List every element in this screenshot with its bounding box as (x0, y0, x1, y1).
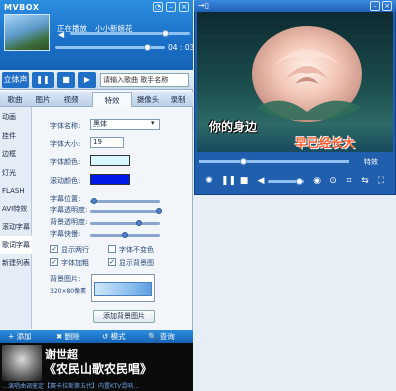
video-volume-knob[interactable] (296, 178, 303, 185)
app-logo: MVBOX (4, 3, 40, 12)
next-button[interactable]: ▶ (78, 72, 96, 88)
desktop-background (194, 195, 396, 391)
volume-knob[interactable] (162, 30, 169, 37)
delete-button[interactable]: ✖ 删除 (56, 330, 80, 343)
settings-icon[interactable]: ✺ (203, 175, 215, 187)
sidebar-item-scroll-subtitle[interactable]: 滚动字幕 (0, 218, 32, 236)
scroll-color-swatch[interactable] (90, 174, 130, 185)
artist-photo (2, 345, 42, 381)
close-button[interactable]: × (179, 2, 189, 12)
show-two-lines-checkbox[interactable]: ✓ (50, 245, 58, 253)
bg-image-size: 320×80像素 (50, 288, 87, 295)
sidebar-item-lyric-subtitle[interactable]: 歌词字幕 (0, 236, 32, 254)
chevron-down-icon[interactable]: ▾ (151, 119, 155, 127)
record-icon[interactable]: ⊙ (327, 175, 339, 187)
find-button[interactable]: 🔍 查询 (148, 330, 175, 343)
subtitle-speed-knob[interactable] (122, 232, 128, 238)
font-bold-label: 字体加粗 (61, 259, 89, 267)
sidebar-item-new-list[interactable]: 新建列表 (0, 254, 32, 272)
font-name-label: 字体名称: (50, 122, 81, 130)
subtitle-speed-label: 字幕快慢: (50, 230, 81, 238)
tab-images[interactable]: 图片 (30, 92, 56, 107)
stereo-button[interactable]: 立体声 (2, 72, 29, 88)
sidebar-item-animation[interactable]: 动画 (0, 108, 32, 126)
add-bg-image-button[interactable]: 添加背景图片 (93, 310, 155, 323)
banner-ticker: …演唱曲调鉴定【赛卡拉斯第五代】内置KTV混响… (2, 383, 140, 390)
subtitle-position-knob[interactable] (91, 198, 97, 204)
bg-transparency-slider[interactable] (90, 222, 160, 225)
subtitle-position-slider[interactable] (90, 200, 160, 203)
sidebar-item-avi[interactable]: AVI特效 (0, 200, 32, 218)
font-size-label: 字体大小: (50, 140, 81, 148)
minimize-button[interactable]: – (166, 2, 176, 12)
video-pause-button[interactable]: ❚❚ (221, 175, 236, 187)
tab-video[interactable]: 视频 (58, 92, 84, 107)
mode-button[interactable]: ↺ 模式 (102, 330, 126, 343)
fullscreen-icon[interactable]: ⛶ (375, 175, 387, 187)
sidebar-item-flash[interactable]: FLASH (0, 182, 32, 200)
sidebar-item-light[interactable]: 灯光 (0, 164, 32, 182)
show-bg-image-label: 显示背景图 (119, 259, 154, 267)
bg-transparency-knob[interactable] (136, 220, 142, 226)
font-size-stepper[interactable]: 19 (90, 137, 124, 148)
banner-title: 《农民山歌农民唱》 (44, 362, 153, 376)
subtitle-transparency-label: 字幕透明度: (50, 206, 88, 214)
add-button[interactable]: + 添加 (8, 330, 32, 343)
video-minimize-button[interactable]: – (370, 1, 380, 11)
tab-camera[interactable]: 摄像头 (133, 92, 163, 107)
camera-icon[interactable]: ◉ (311, 175, 323, 187)
subtitle-transparency-slider[interactable] (90, 210, 160, 213)
font-bold-checkbox[interactable]: ✓ (50, 258, 58, 266)
scroll-color-label: 滚动颜色: (50, 177, 81, 185)
font-color-label: 字体颜色: (50, 158, 81, 166)
bg-image-preview[interactable] (94, 282, 152, 296)
effects-label[interactable]: 特效 (364, 157, 378, 167)
lyric-line-2: 早已经长大 (295, 136, 356, 150)
video-close-button[interactable]: × (382, 1, 392, 11)
show-two-lines-label: 显示两行 (61, 246, 89, 254)
tab-songs[interactable]: 歌曲 (2, 92, 28, 107)
progress-knob[interactable] (144, 44, 151, 51)
video-progress-knob[interactable] (240, 158, 247, 165)
font-name-select[interactable]: 黑体 (90, 119, 160, 130)
video-stop-button[interactable]: ■ (238, 175, 250, 187)
bg-image-label: 背景图片: (50, 275, 81, 283)
loop-icon[interactable]: ⇆ (359, 175, 371, 187)
tab-record[interactable]: 录制 (165, 92, 191, 107)
subtitle-position-label: 字幕位置: (50, 195, 81, 203)
font-no-color-change-checkbox[interactable] (108, 245, 116, 253)
pause-button[interactable]: ❚❚ (32, 72, 54, 88)
play-time: 04 : 03 (168, 43, 195, 52)
font-no-color-change-label: 字体不变色 (119, 246, 154, 254)
volume-slider[interactable] (70, 32, 190, 35)
sidebar-item-pendant[interactable]: 挂件 (0, 127, 32, 145)
tab-effects[interactable]: 特效 (92, 92, 132, 107)
subtitle-transparency-knob[interactable] (156, 208, 162, 214)
search-input[interactable]: 请输入歌曲 歌手名称 (100, 73, 189, 87)
sidebar-item-border[interactable]: 边框 (0, 145, 32, 163)
crop-icon[interactable]: ⌗ (343, 175, 355, 187)
lyric-line-1: 你的身边 (209, 120, 258, 134)
show-bg-image-checkbox[interactable]: ✓ (108, 258, 116, 266)
video-pin-icon[interactable]: →▯ (198, 1, 209, 10)
album-cover[interactable] (4, 14, 50, 51)
font-color-swatch[interactable] (90, 155, 130, 166)
stop-button[interactable]: ■ (57, 72, 75, 88)
video-volume-icon[interactable]: ◀ (255, 175, 267, 187)
speaker-icon[interactable]: ◀ (58, 30, 64, 39)
bg-transparency-label: 背景透明度: (50, 218, 88, 226)
video-titlebar (194, 0, 396, 12)
video-progress-slider[interactable] (199, 160, 349, 163)
skin-icon[interactable]: ◔ (153, 2, 163, 12)
